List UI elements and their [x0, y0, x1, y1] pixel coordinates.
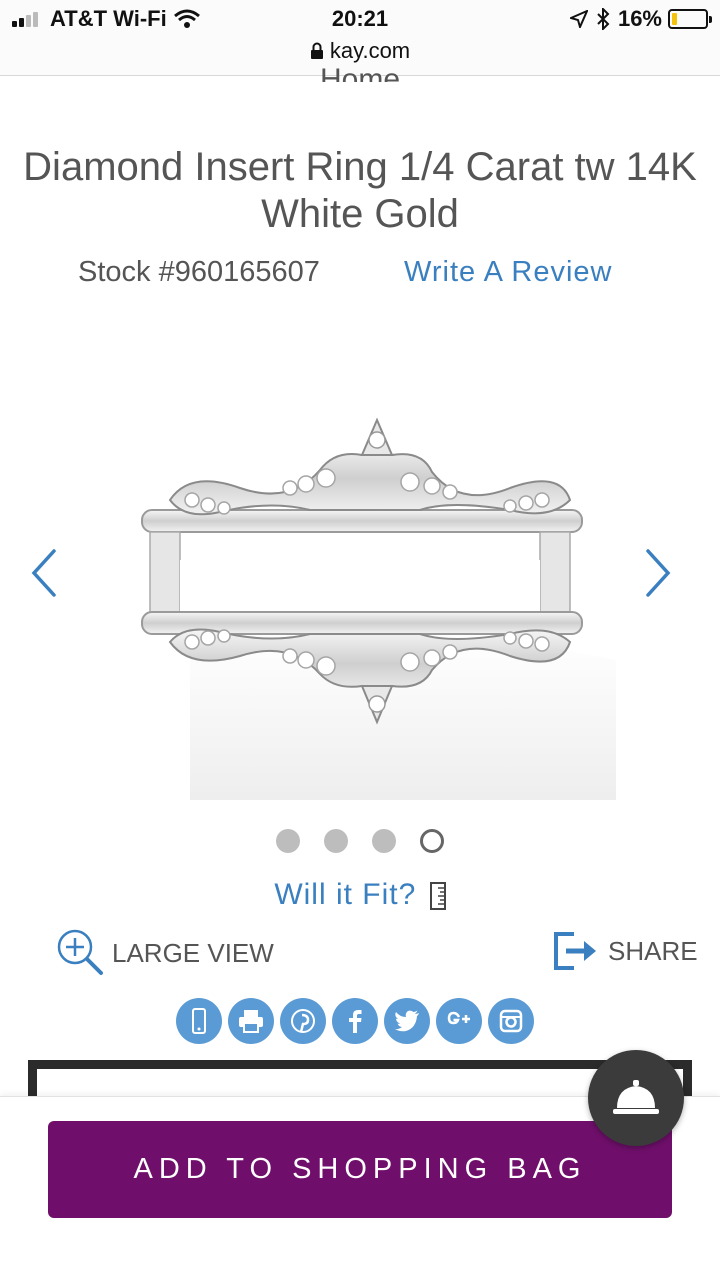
large-view-button[interactable]: LARGE VIEW: [56, 928, 274, 978]
google-plus-icon[interactable]: [436, 998, 482, 1044]
breadcrumb-home[interactable]: Home: [0, 62, 720, 82]
share-label: SHARE: [608, 935, 698, 966]
social-share-row: [176, 998, 540, 1044]
product-title-line1: Diamond Insert Ring 1/4 Carat tw 14K: [23, 145, 697, 189]
share-icon: [554, 932, 596, 970]
product-title-line2: White Gold: [261, 192, 459, 236]
product-gallery: [0, 330, 720, 820]
print-icon[interactable]: [228, 998, 274, 1044]
carousel-dot-2[interactable]: [324, 829, 348, 853]
status-right: 16%: [569, 6, 712, 32]
stock-number: Stock #960165607: [78, 256, 320, 288]
twitter-icon[interactable]: [384, 998, 430, 1044]
url-text: kay.com: [329, 38, 411, 63]
carousel-dot-4[interactable]: [420, 829, 444, 853]
concierge-bell-button[interactable]: [588, 1050, 684, 1146]
carousel-dot-3[interactable]: [372, 829, 396, 853]
large-view-label: LARGE VIEW: [112, 937, 274, 968]
pinterest-icon[interactable]: [280, 998, 326, 1044]
chevron-left-icon[interactable]: [24, 545, 64, 601]
chevron-right-icon[interactable]: [638, 545, 678, 601]
ruler-icon: [429, 882, 446, 911]
instagram-icon[interactable]: [488, 998, 534, 1044]
location-arrow-icon: [569, 10, 588, 28]
bell-icon: [613, 1080, 659, 1114]
url-bar[interactable]: kay.com: [0, 38, 720, 64]
product-title: Diamond Insert Ring 1/4 Carat tw 14K Whi…: [0, 144, 720, 238]
product-image-ring[interactable]: [130, 360, 616, 800]
zoom-in-icon: [57, 929, 103, 975]
carousel-dot-1[interactable]: [276, 829, 300, 853]
battery-percent: 16%: [617, 6, 662, 31]
mobile-icon[interactable]: [176, 998, 222, 1044]
share-button[interactable]: SHARE: [552, 930, 698, 972]
facebook-icon[interactable]: [332, 998, 378, 1044]
write-review-link[interactable]: Write A Review: [404, 256, 612, 289]
battery-icon: [668, 9, 712, 29]
will-it-fit-label: Will it Fit?: [274, 878, 417, 911]
bluetooth-icon: [597, 8, 610, 30]
will-it-fit-link[interactable]: Will it Fit?: [0, 878, 720, 912]
carousel-dots: [0, 829, 720, 853]
battery-fill: [672, 13, 678, 25]
lock-icon: [310, 42, 323, 59]
add-to-shopping-bag-button[interactable]: ADD TO SHOPPING BAG: [48, 1121, 672, 1218]
product-meta: Stock #960165607 Write A Review: [0, 256, 720, 296]
